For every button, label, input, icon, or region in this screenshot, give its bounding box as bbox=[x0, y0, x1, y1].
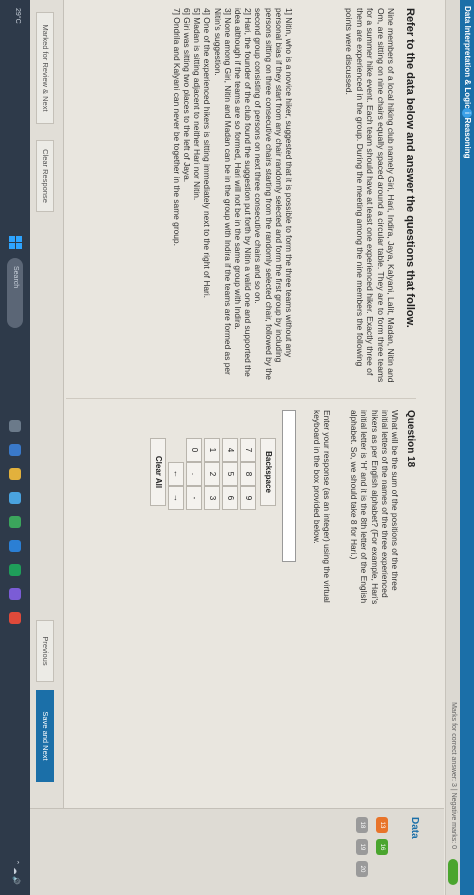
palette-label: Data bbox=[409, 817, 420, 839]
key-5[interactable]: 5 bbox=[222, 462, 238, 486]
system-tray[interactable]: ⌃ ☁ 🔊 bbox=[12, 860, 20, 885]
right-arrow-key[interactable]: → bbox=[168, 486, 184, 510]
action-bar: Marked for Review & Next Clear Response … bbox=[29, 0, 64, 808]
left-arrow-key[interactable]: ← bbox=[168, 462, 184, 486]
folder-icon[interactable] bbox=[9, 468, 21, 480]
statement-item: 4] One of the experienced hikers is sitt… bbox=[202, 8, 213, 299]
app-icon[interactable] bbox=[9, 612, 21, 624]
backspace-key[interactable]: Backspace bbox=[260, 438, 276, 506]
clear-all-key[interactable]: Clear All bbox=[150, 438, 166, 506]
exam-window: Data Interpretation & Logical Reasoning … bbox=[0, 0, 474, 895]
key-9[interactable]: 9 bbox=[240, 486, 256, 510]
chrome-icon[interactable] bbox=[9, 516, 21, 528]
excel-icon[interactable] bbox=[9, 564, 21, 576]
marks-bar: Marks for correct answer: 3 | Negative m… bbox=[445, 0, 460, 895]
key-4[interactable]: 4 bbox=[222, 438, 238, 462]
statement-item: 3] None among Giri, Nitin and Madan can … bbox=[212, 8, 233, 375]
key-2[interactable]: 2 bbox=[204, 462, 220, 486]
key-dot[interactable]: . bbox=[186, 462, 202, 486]
question-area: Refer to the data below and answer the q… bbox=[64, 0, 444, 808]
key-0[interactable]: 0 bbox=[186, 438, 202, 462]
mark-review-button[interactable]: Marked for Review & Next bbox=[36, 12, 54, 124]
statements-list: 1] Nitin, who is a novice hiker, suggest… bbox=[172, 8, 294, 388]
statement-item: 7] Ondrila and Kalyani can never be toge… bbox=[171, 8, 182, 246]
palette-item-13[interactable]: 13 bbox=[376, 817, 388, 833]
status-badge bbox=[448, 859, 458, 885]
previous-button[interactable]: Previous bbox=[36, 620, 54, 682]
pane-divider[interactable] bbox=[66, 398, 416, 399]
teams-icon[interactable] bbox=[9, 588, 21, 600]
file-explorer-icon[interactable] bbox=[9, 444, 21, 456]
windows-start-icon[interactable] bbox=[8, 236, 22, 250]
info-icon[interactable]: i bbox=[462, 108, 472, 118]
question-number: Question 18 bbox=[405, 410, 416, 468]
statement-item: 2] Hari, the founder of the club found t… bbox=[232, 8, 254, 377]
store-icon[interactable] bbox=[9, 540, 21, 552]
clear-response-button[interactable]: Clear Response bbox=[36, 140, 54, 212]
taskbar-search[interactable]: Search bbox=[7, 258, 23, 328]
palette-item-16[interactable]: 16 bbox=[376, 839, 388, 855]
save-next-button[interactable]: Save and Next bbox=[36, 690, 54, 782]
key-6[interactable]: 6 bbox=[222, 486, 238, 510]
question-palette: Data 13 16 18 19 20 bbox=[0, 808, 444, 895]
key-3[interactable]: 3 bbox=[204, 486, 220, 510]
statement-item: 1] Nitin, who is a novice hiker, suggest… bbox=[253, 8, 294, 380]
palette-item-19[interactable]: 19 bbox=[356, 839, 368, 855]
key-7[interactable]: 7 bbox=[240, 438, 256, 462]
passage-text: Nine members of a local hiking club name… bbox=[344, 8, 396, 383]
taskbar: 29°C Search ⌃ ☁ 🔊 bbox=[0, 0, 30, 895]
key-1[interactable]: 1 bbox=[204, 438, 220, 462]
key-8[interactable]: 8 bbox=[240, 462, 256, 486]
weather-widget[interactable]: 29°C bbox=[14, 8, 21, 24]
question-text: What will be the sum of the positions of… bbox=[349, 410, 400, 605]
palette-item-18[interactable]: 18 bbox=[356, 817, 368, 833]
statement-item: 5] Madan is sitting adjacent to neither … bbox=[192, 8, 203, 201]
answer-instruction: Enter your response (as an integer) usin… bbox=[311, 410, 332, 603]
top-bar: Data Interpretation & Logical Reasoning … bbox=[460, 0, 474, 895]
palette-item-20[interactable]: 20 bbox=[356, 861, 368, 877]
answer-input[interactable] bbox=[282, 410, 296, 562]
edge-icon[interactable] bbox=[9, 492, 21, 504]
section-title[interactable]: Data Interpretation & Logical Reasoning bbox=[460, 6, 474, 158]
marks-text: Marks for correct answer: 3 | Negative m… bbox=[450, 702, 457, 849]
statement-item: 6] Giri was sitting two places to the le… bbox=[181, 8, 192, 183]
key-minus[interactable]: - bbox=[186, 486, 202, 510]
section-heading: Refer to the data below and answer the q… bbox=[404, 8, 416, 328]
taskview-icon[interactable] bbox=[9, 420, 21, 432]
